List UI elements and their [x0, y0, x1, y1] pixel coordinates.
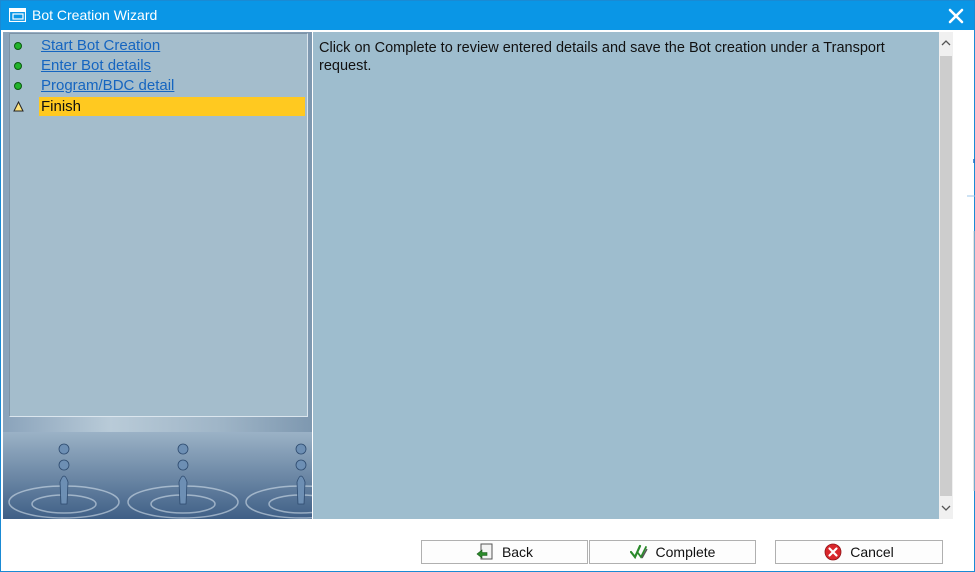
chevron-up-icon: [941, 40, 951, 46]
green-dot-icon: [14, 42, 22, 50]
window-title: Bot Creation Wizard: [32, 7, 158, 23]
complete-button[interactable]: Complete: [589, 540, 756, 564]
checkmark-icon: [629, 544, 648, 560]
scroll-up-button[interactable]: [939, 32, 953, 54]
back-button-label: Back: [501, 544, 534, 560]
scroll-down-button[interactable]: [939, 497, 953, 519]
step-description-text: Click on Complete to review entered deta…: [319, 40, 885, 74]
cancel-button[interactable]: Cancel: [775, 540, 943, 564]
warning-triangle-icon: [13, 101, 24, 112]
water-drop-decoration: [3, 432, 312, 519]
step-label: Finish: [41, 98, 82, 115]
step-finish[interactable]: Finish: [10, 97, 307, 116]
back-arrow-icon: [476, 543, 493, 560]
window-icon: [9, 8, 26, 22]
scrollbar-thumb[interactable]: [940, 56, 952, 496]
vertical-scrollbar[interactable]: [939, 32, 953, 519]
cancel-x-icon: [824, 543, 842, 561]
step-list: Start Bot Creation Enter Bot details Pro…: [9, 33, 308, 417]
back-button[interactable]: Back: [421, 540, 588, 564]
step-start-bot-creation[interactable]: Start Bot Creation: [10, 36, 307, 55]
green-dot-icon: [14, 82, 22, 90]
cancel-button-label: Cancel: [850, 544, 894, 560]
bot-creation-wizard-dialog: Bot Creation Wizard Start Bot Creation E…: [0, 0, 975, 572]
step-program-bdc-detail[interactable]: Program/BDC detail: [10, 76, 307, 95]
step-enter-bot-details[interactable]: Enter Bot details: [10, 56, 307, 75]
close-icon[interactable]: [944, 5, 968, 27]
green-dot-icon: [14, 62, 22, 70]
background-window-edge: [967, 159, 975, 491]
step-label[interactable]: Enter Bot details: [41, 57, 151, 74]
title-bar: Bot Creation Wizard: [1, 1, 974, 30]
wizard-steps-pane: Start Bot Creation Enter Bot details Pro…: [3, 32, 312, 519]
step-label[interactable]: Program/BDC detail: [41, 77, 174, 94]
step-label[interactable]: Start Bot Creation: [41, 37, 160, 54]
step-description-panel: Click on Complete to review entered deta…: [313, 32, 939, 519]
complete-button-label: Complete: [655, 544, 716, 560]
chevron-down-icon: [941, 505, 951, 511]
